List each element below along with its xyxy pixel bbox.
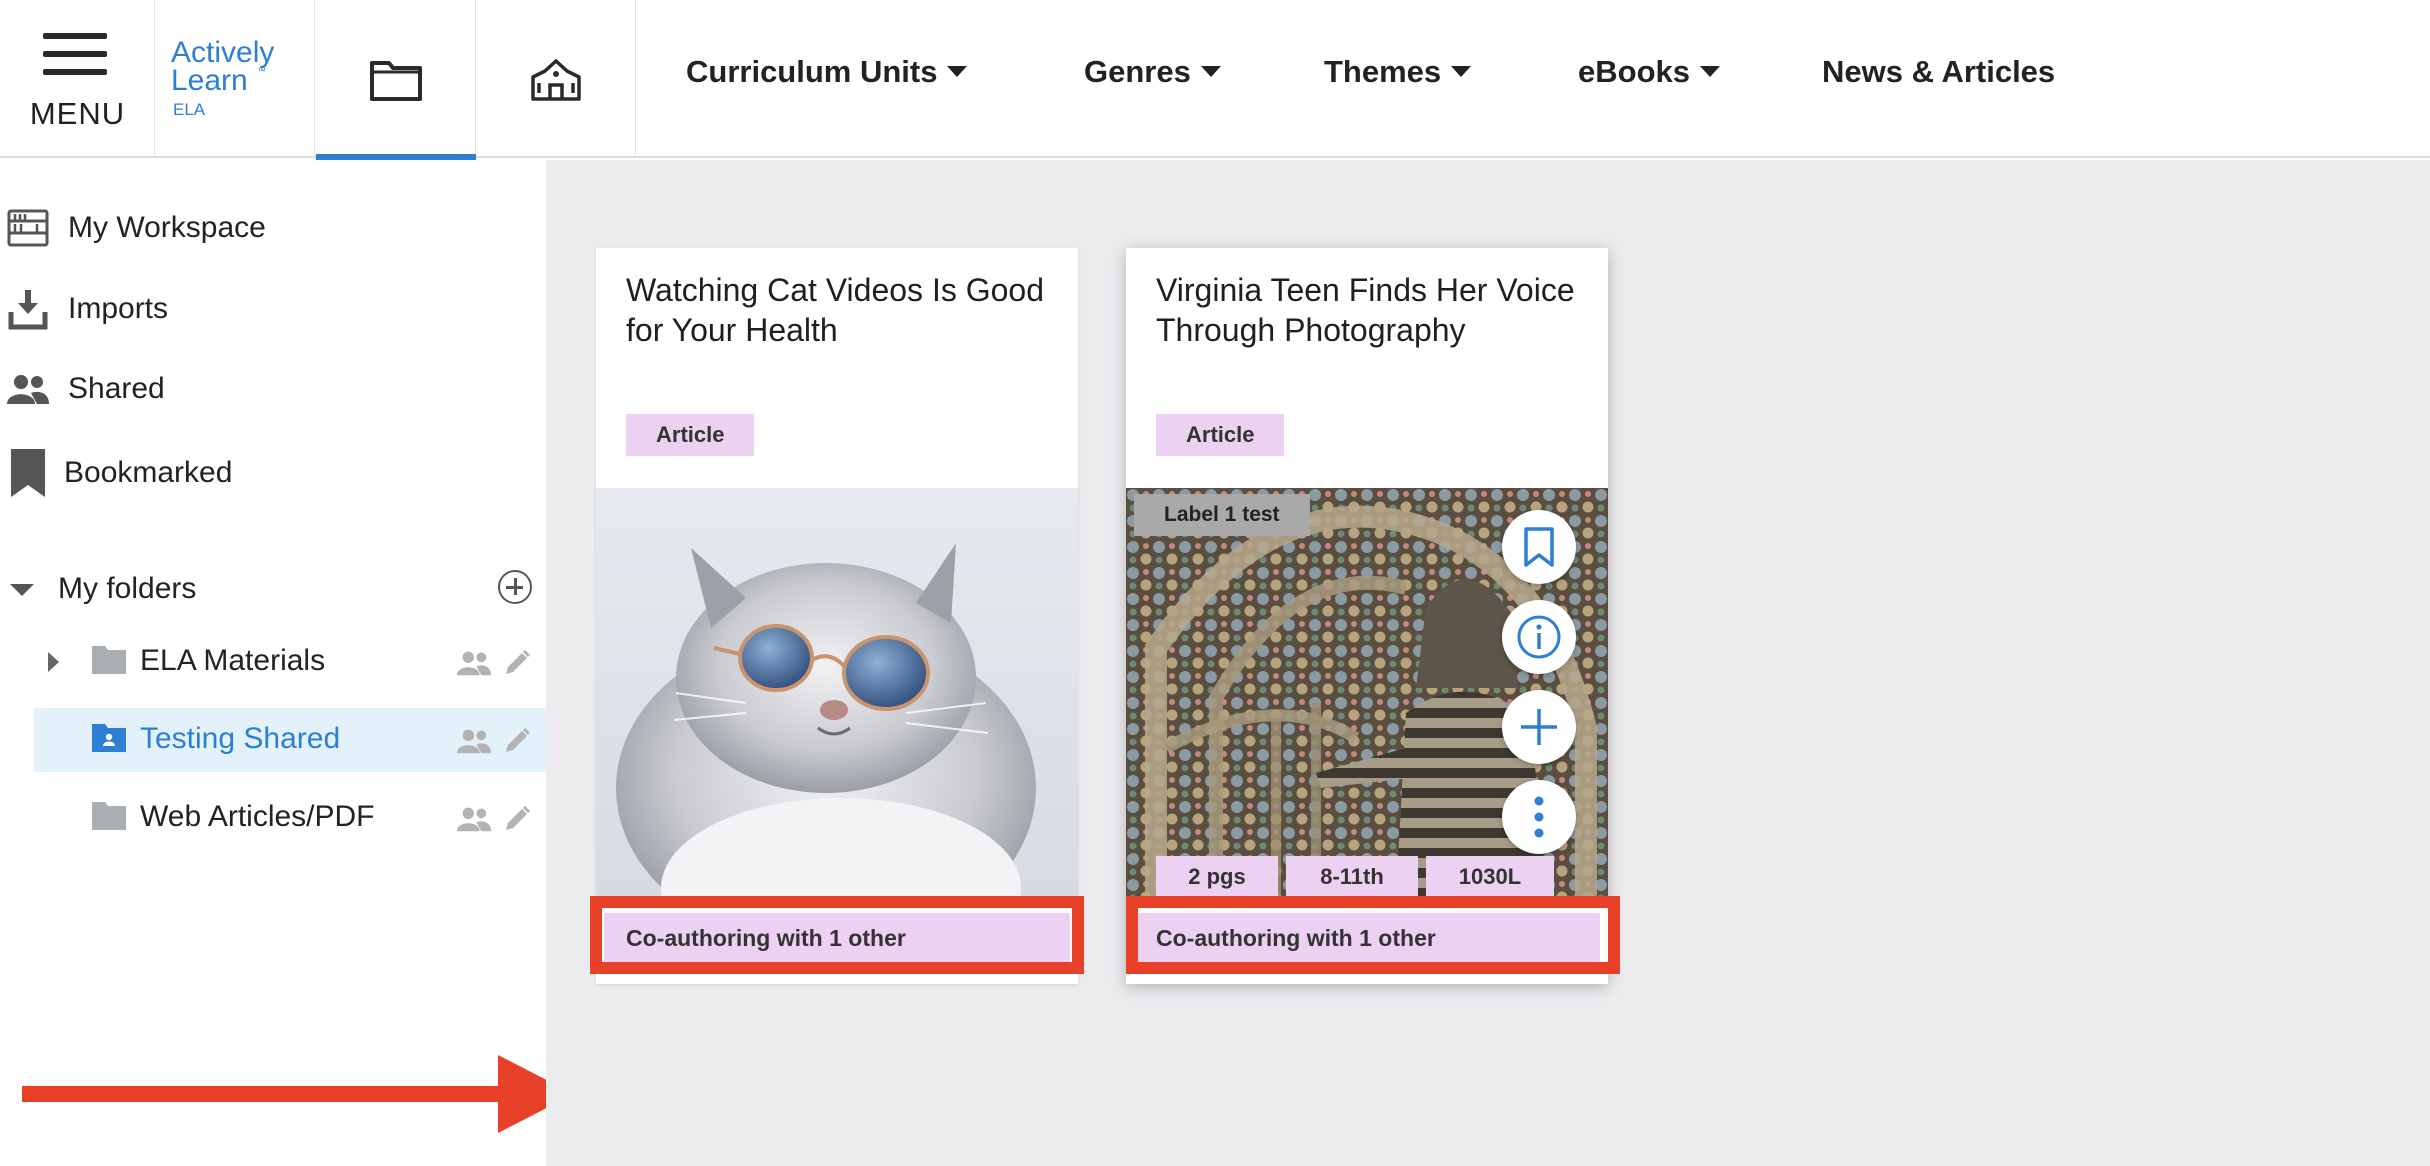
nav-ebooks-label: eBooks [1578,54,1690,89]
caret-down-icon [947,66,968,77]
more-vertical-icon [1534,796,1544,838]
actively-learn-logo[interactable]: Actively Learn ™ ELA [155,0,315,158]
highlight-box [1126,896,1620,974]
folder-web-articles-pdf[interactable]: Web Articles/PDF [34,786,546,850]
folder-ela-materials[interactable]: ELA Materials [34,630,546,694]
folder-name: Web Articles/PDF [140,800,375,833]
sidebar: My Workspace Imports Shared Bookmarked M… [0,160,574,1166]
cat-sunglasses-image [596,488,1078,898]
folder-testing-shared[interactable]: Testing Shared [34,708,546,772]
card-image-cat[interactable] [596,488,1078,898]
nav-themes-label: Themes [1324,54,1442,89]
folder-name: Testing Shared [140,722,341,755]
folder-icon [92,802,126,830]
bookmark-icon [6,449,50,497]
bookmark-icon [1524,527,1554,567]
logo-subtitle: ELA [173,100,206,119]
sidebar-item-shared[interactable]: Shared [0,359,546,419]
nav-genres-label: Genres [1084,54,1191,89]
tab-my-content[interactable] [316,0,476,160]
sidebar-item-label: Bookmarked [64,456,233,489]
sidebar-item-label: Shared [68,372,165,405]
caret-down-icon [1200,66,1221,77]
info-button[interactable] [1502,600,1576,674]
pencil-icon[interactable] [502,726,532,756]
add-icon [1521,709,1557,745]
people-icon [6,367,50,411]
sidebar-item-bookmarked[interactable]: Bookmarked [0,443,546,503]
logo-text-line2: Learn [171,64,248,97]
collapse-caret-icon[interactable] [10,584,34,596]
shared-folder-icon [92,724,126,752]
school-icon [530,59,581,101]
page-count-badge: 2 pgs [1156,856,1278,898]
lexile-badge: 1030L [1426,856,1554,898]
sidebar-item-my-workspace[interactable]: My Workspace [0,198,546,258]
card-title[interactable]: Virginia Teen Finds Her Voice Through Ph… [1156,270,1576,350]
card-image-photography[interactable]: Label 1 test 2 pgs 8-11th 1030L [1126,488,1608,898]
sidebar-item-label: My Workspace [68,211,266,244]
top-navigation-bar: MENU Actively Learn ™ ELA Curriculum Uni… [0,0,2430,160]
content-card[interactable]: Virginia Teen Finds Her Voice Through Ph… [1126,248,1608,984]
content-type-badge: Article [626,414,755,456]
download-icon [6,287,50,331]
content-area: Watching Cat Videos Is Good for Your Hea… [546,160,2430,1166]
more-options-button[interactable] [1502,780,1576,854]
content-card[interactable]: Watching Cat Videos Is Good for Your Hea… [596,248,1078,984]
nav-genres[interactable]: Genres [1084,54,1221,90]
info-icon [1517,615,1561,659]
menu-label: MENU [29,96,126,131]
share-people-icon[interactable] [456,728,492,754]
menu-button[interactable]: MENU [0,0,155,158]
card-header: Virginia Teen Finds Her Voice Through Ph… [1126,248,1608,488]
card-header: Watching Cat Videos Is Good for Your Hea… [596,248,1078,488]
folder-name: ELA Materials [140,644,326,677]
grade-level-badge: 8-11th [1286,856,1418,898]
my-folders-label: My folders [58,572,197,605]
nav-curriculum-units-label: Curriculum Units [686,54,938,89]
nav-curriculum-units[interactable]: Curriculum Units [686,54,968,90]
nav-news-articles[interactable]: News & Articles [1822,54,2055,90]
my-folders-header[interactable]: My folders [0,560,546,620]
share-people-icon[interactable] [456,650,492,676]
nav-news-articles-label: News & Articles [1822,54,2056,89]
nav-ebooks[interactable]: eBooks [1578,54,1720,90]
workspace-icon [6,206,50,250]
folder-icon [92,646,126,674]
bookmark-button[interactable] [1502,510,1576,584]
custom-label-tag[interactable]: Label 1 test [1134,494,1310,536]
caret-down-icon [1451,66,1472,77]
card-title[interactable]: Watching Cat Videos Is Good for Your Hea… [626,270,1046,350]
content-type-badge: Article [1156,414,1285,456]
share-people-icon[interactable] [456,806,492,832]
highlight-box [590,896,1084,974]
hamburger-icon [43,33,107,75]
nav-themes[interactable]: Themes [1324,54,1472,90]
add-folder-icon[interactable] [498,570,532,604]
pencil-icon[interactable] [502,648,532,678]
pencil-icon[interactable] [502,804,532,834]
sidebar-item-label: Imports [68,292,169,325]
expand-caret-icon[interactable] [48,652,59,672]
annotation-arrow-shaft [22,1086,502,1102]
caret-down-icon [1699,66,1720,77]
add-button[interactable] [1502,690,1576,764]
folder-icon [369,61,422,101]
logo-trademark: ™ [257,66,266,76]
tab-school[interactable] [476,0,636,158]
sidebar-item-imports[interactable]: Imports [0,279,546,339]
